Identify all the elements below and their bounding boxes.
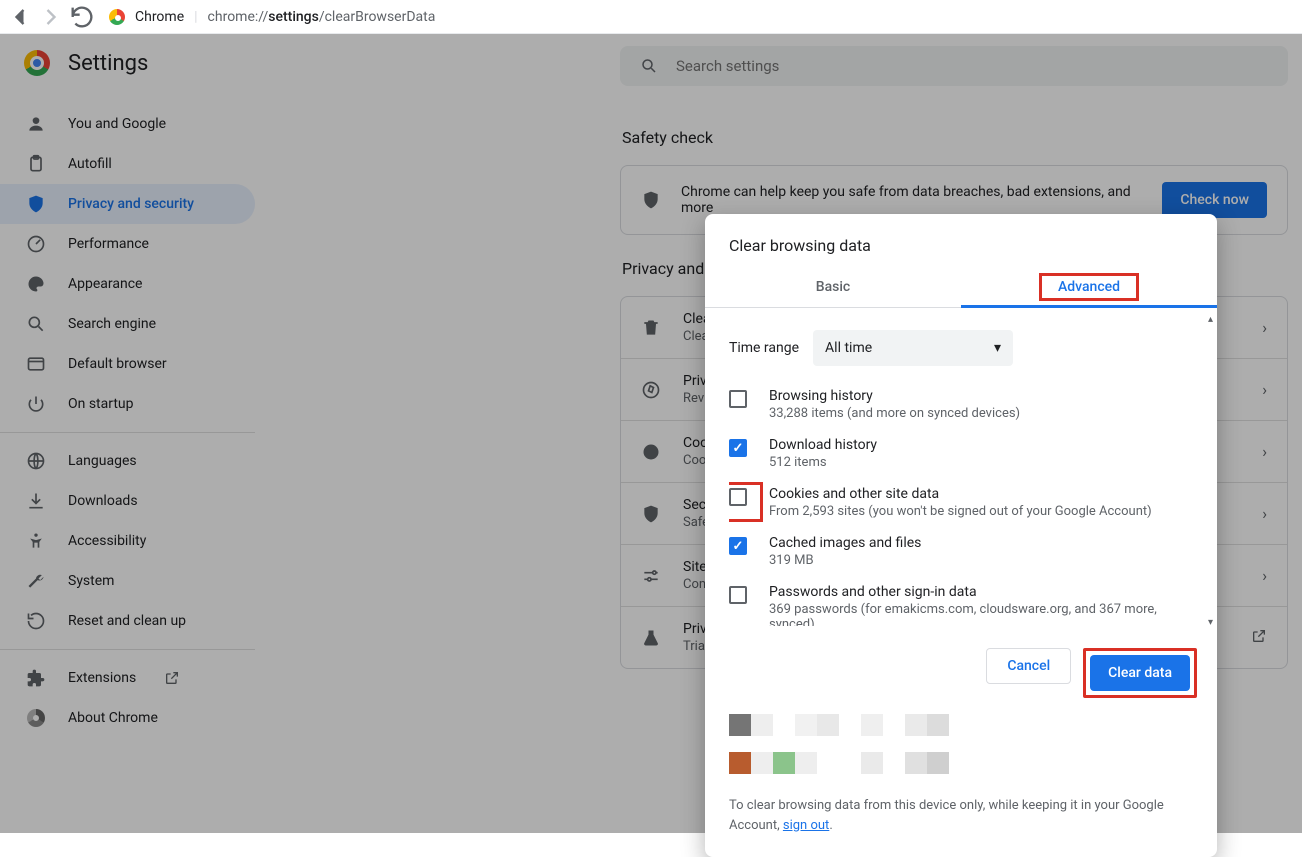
browser-toolbar: Chrome | chrome://settings/clearBrowserD… bbox=[0, 0, 1302, 34]
dialog-scroll-area[interactable]: Time range All time ▾ Browsing history33… bbox=[729, 316, 1213, 626]
checkbox-row-passwords: Passwords and other sign-in data369 pass… bbox=[729, 576, 1195, 626]
chevron-down-icon: ▾ bbox=[994, 340, 1001, 356]
url-origin-label: Chrome bbox=[135, 9, 184, 25]
time-range-select[interactable]: All time ▾ bbox=[813, 330, 1013, 366]
dialog-footer-note: To clear browsing data from this device … bbox=[705, 790, 1217, 857]
checkbox-row-browsing-history: Browsing history33,288 items (and more o… bbox=[729, 380, 1195, 429]
checkbox-row-download-history: Download history512 items bbox=[729, 429, 1195, 478]
clear-data-button[interactable]: Clear data bbox=[1090, 655, 1190, 691]
sign-out-link[interactable]: sign out bbox=[783, 818, 829, 833]
time-range-label: Time range bbox=[729, 340, 799, 356]
back-button[interactable] bbox=[6, 3, 34, 31]
clear-browsing-data-dialog: Clear browsing data Basic Advanced Time … bbox=[705, 214, 1217, 857]
address-bar[interactable]: Chrome | chrome://settings/clearBrowserD… bbox=[109, 9, 435, 25]
checkbox-cached[interactable] bbox=[729, 537, 747, 555]
scroll-up-icon[interactable]: ▴ bbox=[1208, 314, 1213, 325]
checkbox-row-cookies: Cookies and other site dataFrom 2,593 si… bbox=[729, 478, 1195, 527]
dialog-title: Clear browsing data bbox=[705, 214, 1217, 267]
chrome-icon bbox=[109, 9, 125, 25]
url-path: chrome://settings/clearBrowserData bbox=[208, 9, 436, 25]
checkbox-browsing-history[interactable] bbox=[729, 390, 747, 408]
redacted-profile-area bbox=[705, 710, 1217, 752]
tab-advanced[interactable]: Advanced bbox=[961, 267, 1217, 307]
scroll-down-icon[interactable]: ▾ bbox=[1208, 617, 1213, 628]
forward-button[interactable] bbox=[37, 3, 65, 31]
cancel-button[interactable]: Cancel bbox=[986, 648, 1071, 684]
checkbox-passwords[interactable] bbox=[729, 586, 747, 604]
tab-basic[interactable]: Basic bbox=[705, 267, 961, 307]
dialog-tabs: Basic Advanced bbox=[705, 267, 1217, 308]
reload-button[interactable] bbox=[68, 3, 96, 31]
checkbox-cookies[interactable] bbox=[729, 488, 747, 506]
redacted-profile-area-2 bbox=[705, 752, 1217, 790]
highlight-annotation: Clear data bbox=[1083, 648, 1197, 698]
checkbox-row-cached: Cached images and files319 MB bbox=[729, 527, 1195, 576]
checkbox-download-history[interactable] bbox=[729, 439, 747, 457]
